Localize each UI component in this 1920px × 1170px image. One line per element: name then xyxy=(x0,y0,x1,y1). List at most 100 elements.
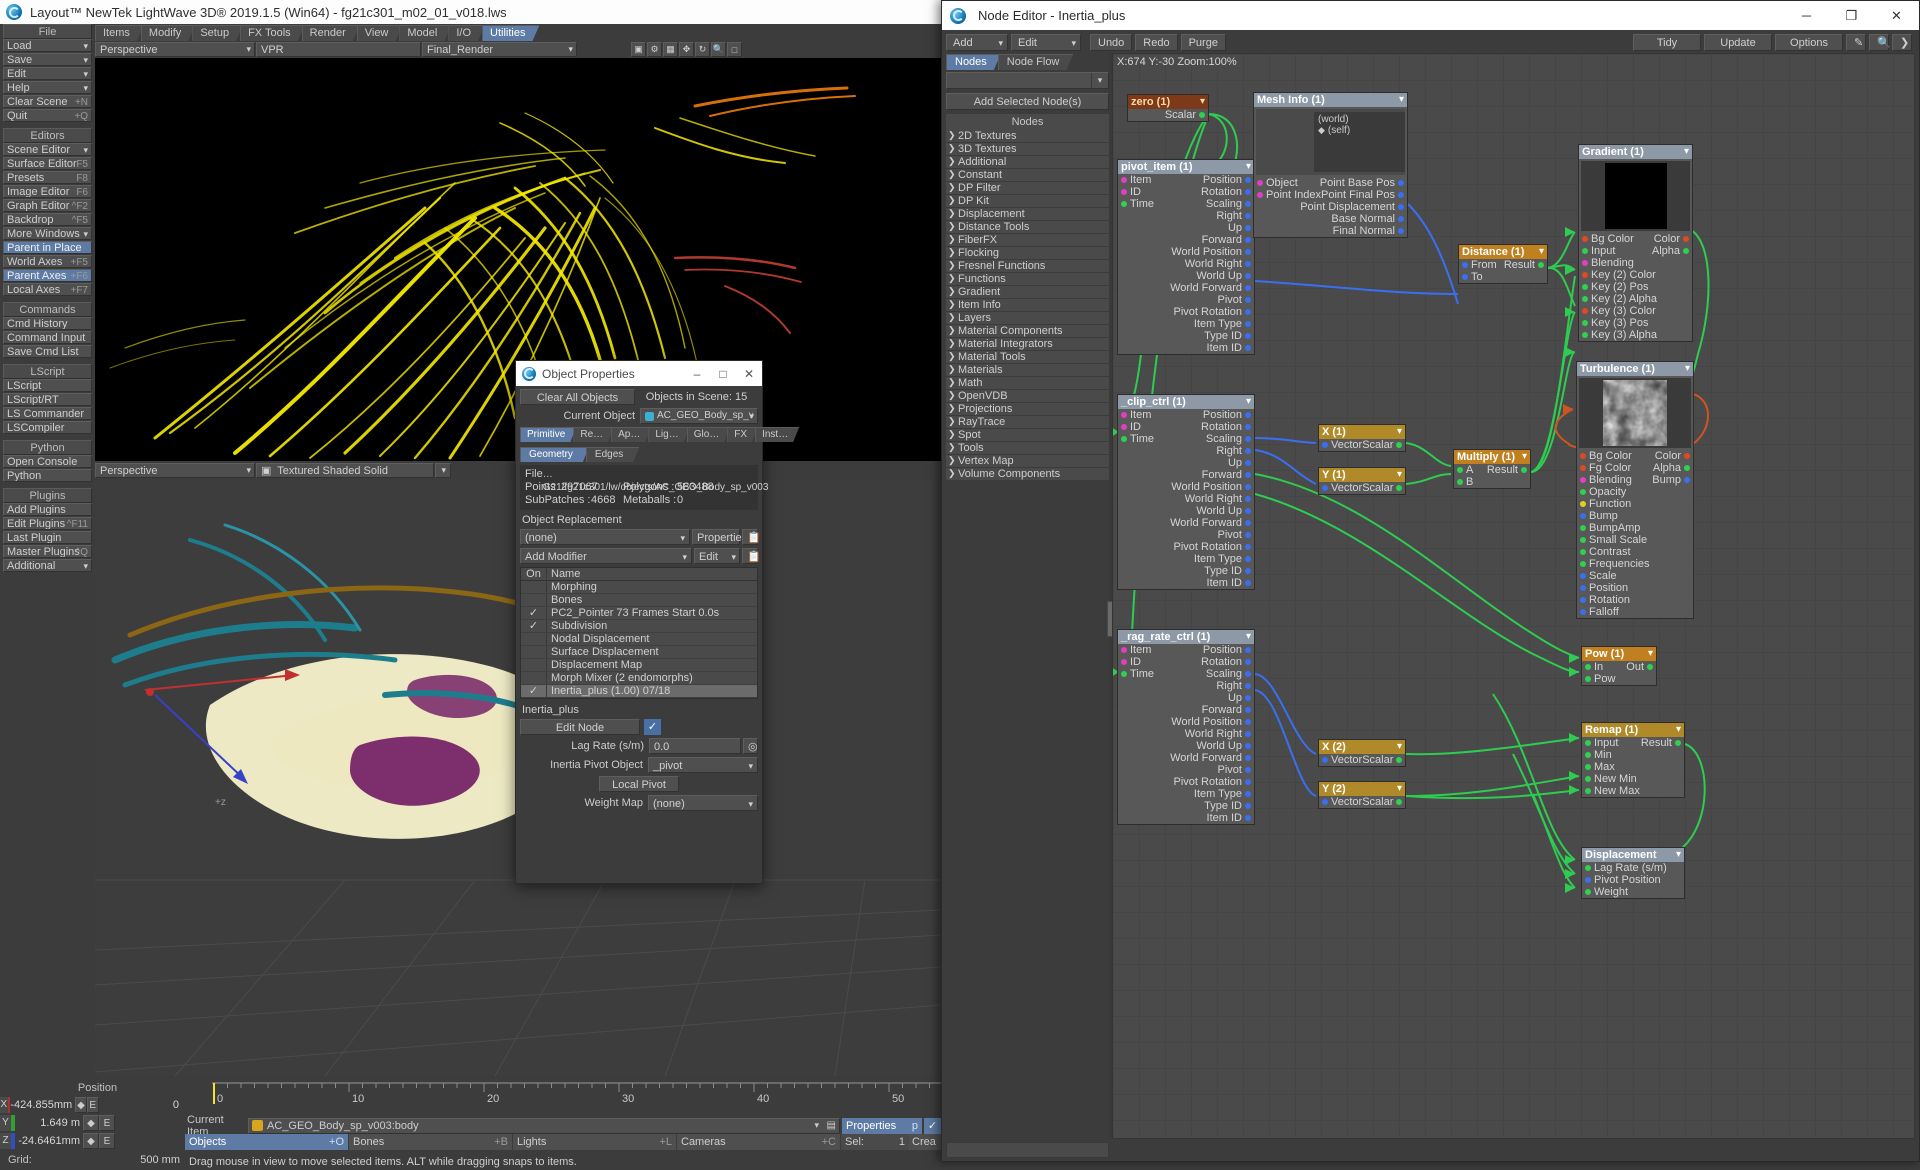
node-output-port[interactable]: Scalar xyxy=(1362,439,1403,451)
modifier-row[interactable]: ✓ Inertia_plus (1.00) 07/18 xyxy=(521,685,757,698)
node-input-port[interactable]: A xyxy=(1457,464,1473,476)
node-output-port[interactable]: Item ID xyxy=(1207,812,1251,824)
node-output-port[interactable]: Right xyxy=(1216,680,1251,692)
node-category-constant[interactable]: Constant xyxy=(946,168,1109,182)
clipboard-icon[interactable]: 📋 xyxy=(742,548,761,564)
node-output-port[interactable]: World Forward xyxy=(1170,752,1251,764)
node-input-port[interactable]: Key (2) Pos xyxy=(1582,281,1648,293)
node-output-port[interactable]: Scaling xyxy=(1206,198,1251,210)
chevron-right-icon[interactable]: ❯ xyxy=(1892,34,1912,51)
chevron-down-icon[interactable] xyxy=(1246,395,1251,409)
node-input-port[interactable]: Bg Color xyxy=(1582,233,1634,245)
node-output-port[interactable]: Color xyxy=(1654,233,1689,245)
graph-node-header[interactable]: Distance (1) xyxy=(1459,245,1547,259)
axis-value-x[interactable]: -424.855mm xyxy=(10,1097,76,1113)
command-button-master-plugins[interactable]: Master Plugins ^Q xyxy=(3,545,92,558)
command-button-python[interactable]: Python xyxy=(3,469,92,482)
node-category-volume-components[interactable]: Volume Components xyxy=(946,467,1109,481)
node-output-port[interactable]: Result xyxy=(1641,737,1681,749)
graph-node-remap[interactable]: Remap (1)Input Result MinMaxNew MinNew Max xyxy=(1581,722,1685,798)
axis-value-z[interactable]: -24.6461mm xyxy=(15,1133,83,1149)
weight-map-dropdown[interactable]: (none) xyxy=(648,795,758,811)
node-output-port[interactable]: Scalar xyxy=(1362,796,1403,808)
node-category-flocking[interactable]: Flocking xyxy=(946,246,1109,260)
node-output-port[interactable]: Forward xyxy=(1202,234,1251,246)
lag-rate-input[interactable]: 0.0 xyxy=(649,738,741,754)
node-category-dp-filter[interactable]: DP Filter xyxy=(946,181,1109,195)
main-tab-setup[interactable]: Setup xyxy=(192,25,243,41)
node-output-port[interactable]: Position xyxy=(1203,174,1251,186)
graph-node-displacement[interactable]: DisplacementLag Rate (s/m)Pivot Position… xyxy=(1581,847,1685,899)
command-button-load[interactable]: Load xyxy=(3,39,92,52)
purge-button[interactable]: Purge xyxy=(1180,34,1226,51)
node-input-port[interactable]: Time xyxy=(1121,198,1154,210)
node-input-port[interactable]: Pivot Position xyxy=(1585,874,1661,886)
node-output-port[interactable]: Pivot Rotation xyxy=(1174,541,1251,553)
node-input-port[interactable]: B xyxy=(1457,476,1473,488)
properties-button[interactable]: Properties p xyxy=(842,1117,922,1134)
graph-node-header[interactable]: Gradient (1) xyxy=(1579,145,1692,159)
maximize-icon[interactable]: □ xyxy=(710,361,736,386)
viewport-render-dropdown[interactable]: VPR xyxy=(256,42,421,57)
objprops-tab-4[interactable]: Glo… xyxy=(687,427,731,442)
node-output-port[interactable]: Item Type xyxy=(1194,788,1251,800)
node-output-port[interactable]: Position xyxy=(1203,409,1251,421)
viewport-target-dropdown[interactable]: Final_Render xyxy=(422,42,577,57)
add-node-dropdown[interactable]: Add Node xyxy=(946,34,1008,66)
chevron-down-icon[interactable] xyxy=(1685,362,1690,376)
node-category-math[interactable]: Math xyxy=(946,376,1109,390)
graph-node-zero[interactable]: zero (1)Scalar xyxy=(1127,94,1209,122)
graph-node-distance[interactable]: Distance (1)From Result To xyxy=(1458,244,1548,284)
node-category-fiberfx[interactable]: FiberFX xyxy=(946,233,1109,247)
viewport2-view-dropdown[interactable]: Perspective xyxy=(95,463,255,478)
modifier-on-checkbox[interactable] xyxy=(521,659,547,671)
command-button-save[interactable]: Save xyxy=(3,53,92,66)
node-output-port[interactable]: World Position xyxy=(1171,481,1251,493)
node-input-port[interactable]: Item xyxy=(1121,644,1151,656)
objprops-tab-6[interactable]: Inst… xyxy=(755,427,799,442)
graph-node-header[interactable]: Turbulence (1) xyxy=(1577,362,1693,376)
axis-lock-icon[interactable]: ◆ xyxy=(83,1115,99,1131)
node-output-port[interactable]: Right xyxy=(1216,210,1251,222)
node-input-port[interactable]: Falloff xyxy=(1580,606,1619,618)
node-category-material-tools[interactable]: Material Tools xyxy=(946,350,1109,364)
chevron-down-icon[interactable] xyxy=(1246,160,1251,174)
chevron-down-icon[interactable] xyxy=(1539,245,1544,259)
node-category-tools[interactable]: Tools xyxy=(946,441,1109,455)
object-replacement-dropdown[interactable]: (none) xyxy=(520,529,690,545)
maximize-icon[interactable]: ❐ xyxy=(1829,1,1874,30)
node-output-port[interactable]: Result xyxy=(1487,464,1527,476)
graph-node-turbulence[interactable]: Turbulence (1) Bg Color Color Fg Color Alpha… xyxy=(1576,361,1694,619)
objprops-tab-2[interactable]: Ap… xyxy=(611,427,651,442)
node-output-port[interactable]: World Right xyxy=(1185,728,1251,740)
pen-icon[interactable]: ✎ xyxy=(1846,34,1866,51)
axis-envelope-button[interactable]: E xyxy=(99,1115,115,1131)
command-button-ls-commander[interactable]: LS Commander xyxy=(3,407,92,420)
node-input-port[interactable]: Blending xyxy=(1582,257,1634,269)
node-category-projections[interactable]: Projections xyxy=(946,402,1109,416)
create-button[interactable]: Crea xyxy=(909,1134,941,1150)
clipboard-icon[interactable]: 📋 xyxy=(742,529,761,545)
node-input-port[interactable]: Blending xyxy=(1580,474,1632,486)
graph-node-header[interactable]: Pow (1) xyxy=(1582,647,1656,661)
command-button-local-axes[interactable]: Local Axes +F7 xyxy=(3,283,92,296)
node-output-port[interactable]: World Up xyxy=(1196,270,1251,282)
timeline-ruler[interactable]: 0 10 20 30 40 50 xyxy=(212,1082,971,1105)
lag-rate-envelope-button[interactable]: ◎ xyxy=(743,738,758,754)
graph-node-multiply[interactable]: Multiply (1)A Result B xyxy=(1453,449,1531,489)
select-mode-lights[interactable]: Lights +L xyxy=(513,1134,676,1150)
node-input-port[interactable]: Vector xyxy=(1322,439,1362,451)
node-output-port[interactable]: Type ID xyxy=(1204,800,1251,812)
chevron-down-icon[interactable] xyxy=(1397,782,1402,796)
node-input-port[interactable]: Time xyxy=(1121,433,1154,445)
graph-node-gradient[interactable]: Gradient (1) Bg Color Color Input Alpha Blend… xyxy=(1578,144,1693,342)
node-output-port[interactable]: Pivot xyxy=(1218,764,1251,776)
command-button-quit[interactable]: Quit +Q xyxy=(3,109,92,122)
modifier-on-checkbox[interactable]: ✓ xyxy=(521,620,547,632)
node-input-port[interactable]: Function xyxy=(1580,498,1631,510)
node-output-port[interactable]: Rotation xyxy=(1201,421,1251,433)
modifier-row[interactable]: Morph Mixer (2 endomorphs) xyxy=(521,672,757,685)
node-output-port[interactable]: Item ID xyxy=(1207,342,1251,354)
node-output-port[interactable]: Up xyxy=(1228,692,1251,704)
command-button-help[interactable]: Help xyxy=(3,81,92,94)
